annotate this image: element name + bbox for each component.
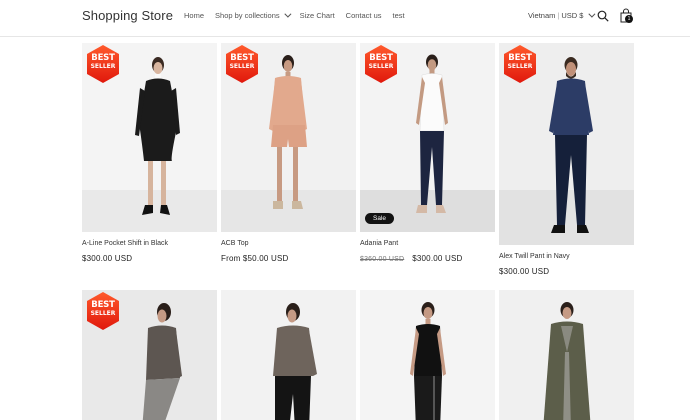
product-title[interactable]: Adania Pant: [360, 240, 495, 247]
product-card[interactable]: BEST SELLER Alex Twill Pant in Navy $300…: [499, 43, 634, 276]
badge-line2: SELLER: [229, 63, 255, 70]
nav-size-chart[interactable]: Size Chart: [300, 11, 335, 20]
badge-line1: BEST: [369, 53, 393, 63]
product-image[interactable]: BEST SELLER Sale: [360, 43, 495, 232]
locale-country: Vietnam: [528, 11, 556, 20]
nav-test[interactable]: test: [393, 11, 405, 20]
product-card[interactable]: [221, 290, 356, 420]
model-figure: [273, 303, 317, 420]
search-icon[interactable]: [597, 10, 609, 22]
cart-count-badge: 1: [625, 15, 633, 23]
product-card[interactable]: BEST SELLER A-Line Pocket Shift in Black…: [82, 43, 217, 263]
badge-line2: SELLER: [368, 63, 394, 70]
product-title[interactable]: ACB Top: [221, 240, 356, 247]
product-image[interactable]: BEST SELLER: [499, 43, 634, 245]
store-logo[interactable]: Shopping Store: [82, 8, 173, 23]
locale-selector[interactable]: Vietnam | USD $: [528, 10, 596, 20]
best-seller-badge: BEST SELLER: [85, 291, 121, 331]
badge-line2: SELLER: [90, 310, 116, 317]
product-price: $300.00 USD: [499, 267, 634, 276]
product-title[interactable]: Alex Twill Pant in Navy: [499, 253, 634, 260]
product-image[interactable]: BEST SELLER: [221, 43, 356, 232]
chevron-down-icon: [588, 10, 596, 18]
badge-line2: SELLER: [90, 63, 116, 70]
sale-badge: Sale: [365, 213, 395, 224]
badge-line1: BEST: [230, 53, 254, 63]
badge-line2: SELLER: [507, 63, 533, 70]
price-value: $300.00 USD: [412, 254, 463, 263]
nav-home-label: Home: [184, 11, 205, 20]
chevron-down-icon: [284, 10, 292, 18]
badge-line1: BEST: [508, 53, 532, 63]
product-image[interactable]: BEST SELLER: [82, 290, 217, 420]
nav-contact-label: Contact us: [345, 11, 382, 20]
locale-separator: |: [557, 11, 560, 20]
price-value: $300.00 USD: [499, 267, 550, 276]
product-card[interactable]: [499, 290, 634, 420]
best-seller-badge: BEST SELLER: [85, 44, 121, 84]
product-card[interactable]: [360, 290, 495, 420]
product-card[interactable]: BEST SELLER: [82, 290, 217, 420]
product-price: From $50.00 USD: [221, 254, 356, 263]
product-price: $360.00 USD $300.00 USD: [360, 254, 495, 263]
product-image[interactable]: BEST SELLER: [82, 43, 217, 232]
badge-line1: BEST: [91, 53, 115, 63]
model-figure: [543, 302, 591, 420]
nav-shop-by-collections[interactable]: Shop by collections: [215, 10, 292, 20]
nav-size-chart-label: Size Chart: [299, 11, 335, 20]
product-image[interactable]: [499, 290, 634, 420]
price-value: From $50.00 USD: [221, 254, 289, 263]
product-card[interactable]: BEST SELLER ACB Top From $50.00 USD: [221, 43, 356, 263]
nav-test-label: test: [392, 11, 405, 20]
main-nav: Home Shop by collections Size Chart Cont…: [184, 10, 416, 20]
site-header: Shopping Store Home Shop by collections …: [0, 0, 690, 37]
price-value: $300.00 USD: [82, 254, 133, 263]
product-card[interactable]: BEST SELLER Sale Adania Pant $360.00 USD…: [360, 43, 495, 263]
locale-currency: USD $: [561, 11, 584, 20]
nav-contact-us[interactable]: Contact us: [346, 11, 382, 20]
product-image[interactable]: [221, 290, 356, 420]
badge-line1: BEST: [91, 300, 115, 310]
best-seller-badge: BEST SELLER: [224, 44, 260, 84]
nav-shop-label: Shop by collections: [215, 11, 280, 20]
product-price: $300.00 USD: [82, 254, 217, 263]
product-image[interactable]: [360, 290, 495, 420]
nav-home[interactable]: Home: [184, 11, 204, 20]
best-seller-badge: BEST SELLER: [502, 44, 538, 84]
model-figure: [410, 302, 446, 420]
best-seller-badge: BEST SELLER: [363, 44, 399, 84]
product-title[interactable]: A-Line Pocket Shift in Black: [82, 240, 217, 247]
compare-at-price: $360.00 USD: [360, 256, 405, 263]
